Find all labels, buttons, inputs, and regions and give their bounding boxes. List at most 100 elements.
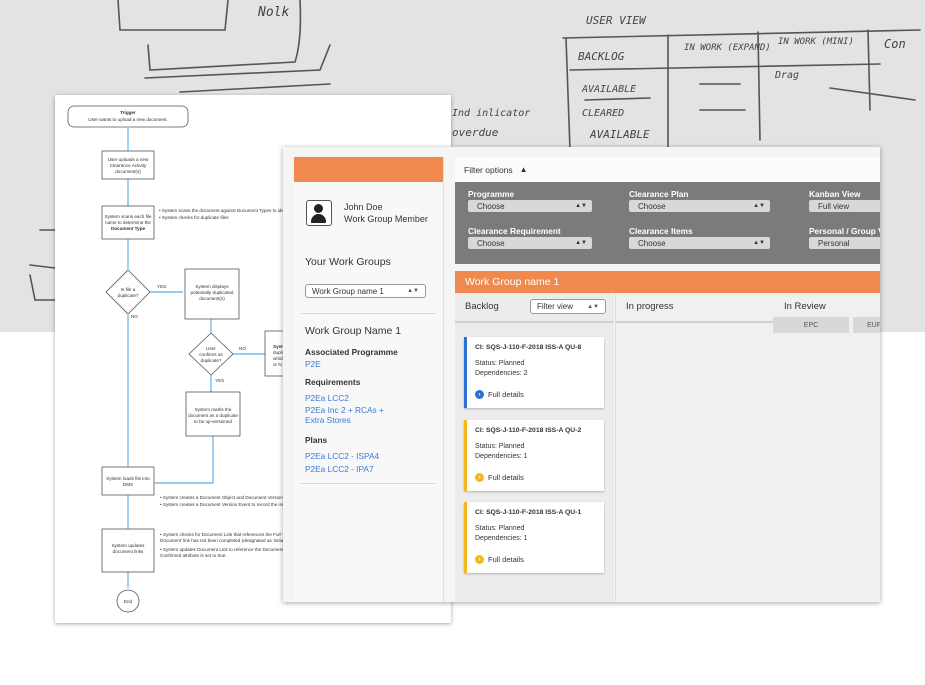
updown-arrow-icon: ▲▼ [575,203,587,209]
associated-programme-label: Associated Programme [305,347,398,357]
filter-options-label: Filter options [464,164,513,175]
sketch-text-8: CLEARED [582,108,624,119]
step4-line1: Syst [273,344,283,349]
divider [301,483,436,484]
requirement-link-1[interactable]: P2Ea LCC2 [305,393,349,403]
trigger-title: Trigger [120,110,136,115]
step7-note3: • System updates Document Link to refere… [160,547,284,552]
divider [301,313,436,314]
kanban-card[interactable]: CI: SQS-J-110-F-2018 ISS-A QU-8 Status: … [464,337,604,408]
sidebar-header-bar [294,157,443,182]
sketch-text-5: IN WORK (MINI) [778,37,854,47]
updown-arrow-icon: ▲▼ [587,303,599,310]
personal-group-view-select[interactable]: Personal [809,237,880,249]
review-tab-epc[interactable]: EPC [773,317,849,333]
yes-label-2: YES [215,378,224,383]
personal-group-view-label: Personal / Group Vie [809,226,880,236]
your-work-groups-title: Your Work Groups [305,256,391,268]
chevron-right-icon: › [475,473,484,482]
step2-line3: Document Type [111,226,146,231]
step1-line1: User uploads a new [108,157,149,162]
step2-line1: System scans each file [105,214,152,219]
backlog-filter-value: Filter view [537,302,574,311]
full-details-label: Full details [488,390,524,399]
step6-note2: • System creates a Document Version Even… [160,502,289,507]
user-profile[interactable]: John Doe Work Group Member [294,182,443,226]
card-status: Status: Planned [475,360,525,367]
sketch-text-2: USER VIEW [586,14,647,27]
column-in-review: In Review EPC EUF [773,293,880,602]
step6-note1: • System creates a Document Object and D… [160,495,303,500]
step7-note1: • System checks for Document Link that r… [160,532,291,537]
step6-line1: System loads file into [106,476,150,481]
sidebar: John Doe Work Group Member Your Work Gro… [294,157,444,602]
chevron-right-icon: › [475,555,484,564]
card-id: CI: SQS-J-110-F-2018 ISS-A QU-8 [475,344,582,351]
full-details-link[interactable]: › Full details [475,555,524,564]
filter-options-toggle[interactable]: Filter options ▲ [455,157,880,182]
step2-line2: name to determine the [105,220,151,225]
work-group-select[interactable]: Work Group name 1 ▲▼ [305,284,426,298]
work-group-name: Work Group Name 1 [305,325,402,337]
clearance-requirement-select-value: Choose [477,238,505,248]
requirement-link-2-cont[interactable]: Extra Stores [305,415,351,425]
updown-arrow-icon: ▲▼ [753,203,765,209]
column-divider [455,321,614,323]
card-id: CI: SQS-J-110-F-2018 ISS-A QU-2 [475,427,582,434]
board-title: Work Group name 1 [465,276,560,288]
card-status: Status: Planned [475,525,525,532]
step7-line2: document links [113,549,144,554]
clearance-requirement-select[interactable]: Choose ▲▼ [468,237,592,249]
board-title-bar: Work Group name 1 [455,271,880,293]
clearance-plan-select[interactable]: Choose ▲▼ [629,200,770,212]
review-tab-euf[interactable]: EUF [853,317,880,333]
full-details-link[interactable]: › Full details [475,473,524,482]
clearance-items-select[interactable]: Choose ▲▼ [629,237,770,249]
full-details-link[interactable]: › Full details [475,390,524,399]
card-status: Status: Planned [475,443,525,450]
column-in-progress-title: In progress [626,301,674,312]
updown-arrow-icon: ▲▼ [753,240,765,246]
kanban-card[interactable]: CI: SQS-J-110-F-2018 ISS-A QU-2 Status: … [464,420,604,491]
step7-note4: Confirmed attribute is set to true. [160,553,227,558]
kanban-app-window: John Doe Work Group Member Your Work Gro… [283,147,880,602]
step5-line2: document as a duplicate [188,413,238,418]
sketch-text-6: Con [884,37,906,51]
kanban-board: Backlog Filter view ▲▼ CI: SQS-J-110-F-2… [455,293,880,602]
step3-line1: System displays [195,284,229,289]
card-id: CI: SQS-J-110-F-2018 ISS-A QU-1 [475,509,582,516]
user-role: Work Group Member [344,214,428,224]
card-dependencies: Dependencies: 1 [475,535,528,542]
kanban-card[interactable]: CI: SQS-J-110-F-2018 ISS-A QU-1 Status: … [464,502,604,573]
sketch-text-12: Ind inlicator [452,108,530,119]
plan-link-1[interactable]: P2Ea LCC2 - ISPA4 [305,451,379,461]
column-divider [616,321,773,323]
kanban-view-label: Kanban View [809,189,861,199]
sketch-text-3: BACKLOG [578,50,625,63]
kanban-view-select[interactable]: Full view [809,200,880,212]
card-dependencies: Dependencies: 1 [475,453,528,460]
programme-select-value: Choose [477,201,505,211]
filter-panel: Programme Choose ▲▼ Clearance Plan Choose… [455,182,880,264]
clearance-plan-label: Clearance Plan [629,189,689,199]
requirement-link-2[interactable]: P2Ea Inc 2 + RCAs + [305,405,384,415]
programme-label: Programme [468,189,515,199]
main-content: Filter options ▲ Programme Choose ▲▼ Clea… [455,157,880,602]
sketch-text-4: IN WORK (EXPAND) [684,43,771,53]
step2-note2: • System checks for duplicate files [159,215,229,220]
step6-line2: DMS [123,482,133,487]
user-avatar-icon [306,200,332,226]
clearance-plan-select-value: Choose [638,201,666,211]
plan-link-2[interactable]: P2Ea LCC2 - IPA7 [305,464,374,474]
step1-line2: Clearance Activity [110,163,147,168]
programme-select[interactable]: Choose ▲▼ [468,200,592,212]
clearance-requirement-label: Clearance Requirement [468,226,561,236]
column-backlog-title: Backlog [465,301,499,312]
step5-line3: to be up-versioned [194,419,232,424]
associated-programme-link[interactable]: P2E [305,359,321,369]
yes-label-1: YES [157,284,166,289]
requirements-label: Requirements [305,377,361,387]
backlog-filter-select[interactable]: Filter view ▲▼ [530,299,606,314]
decision1-line2: duplicate? [118,293,139,298]
sketch-text-1: Nolk [257,5,289,20]
